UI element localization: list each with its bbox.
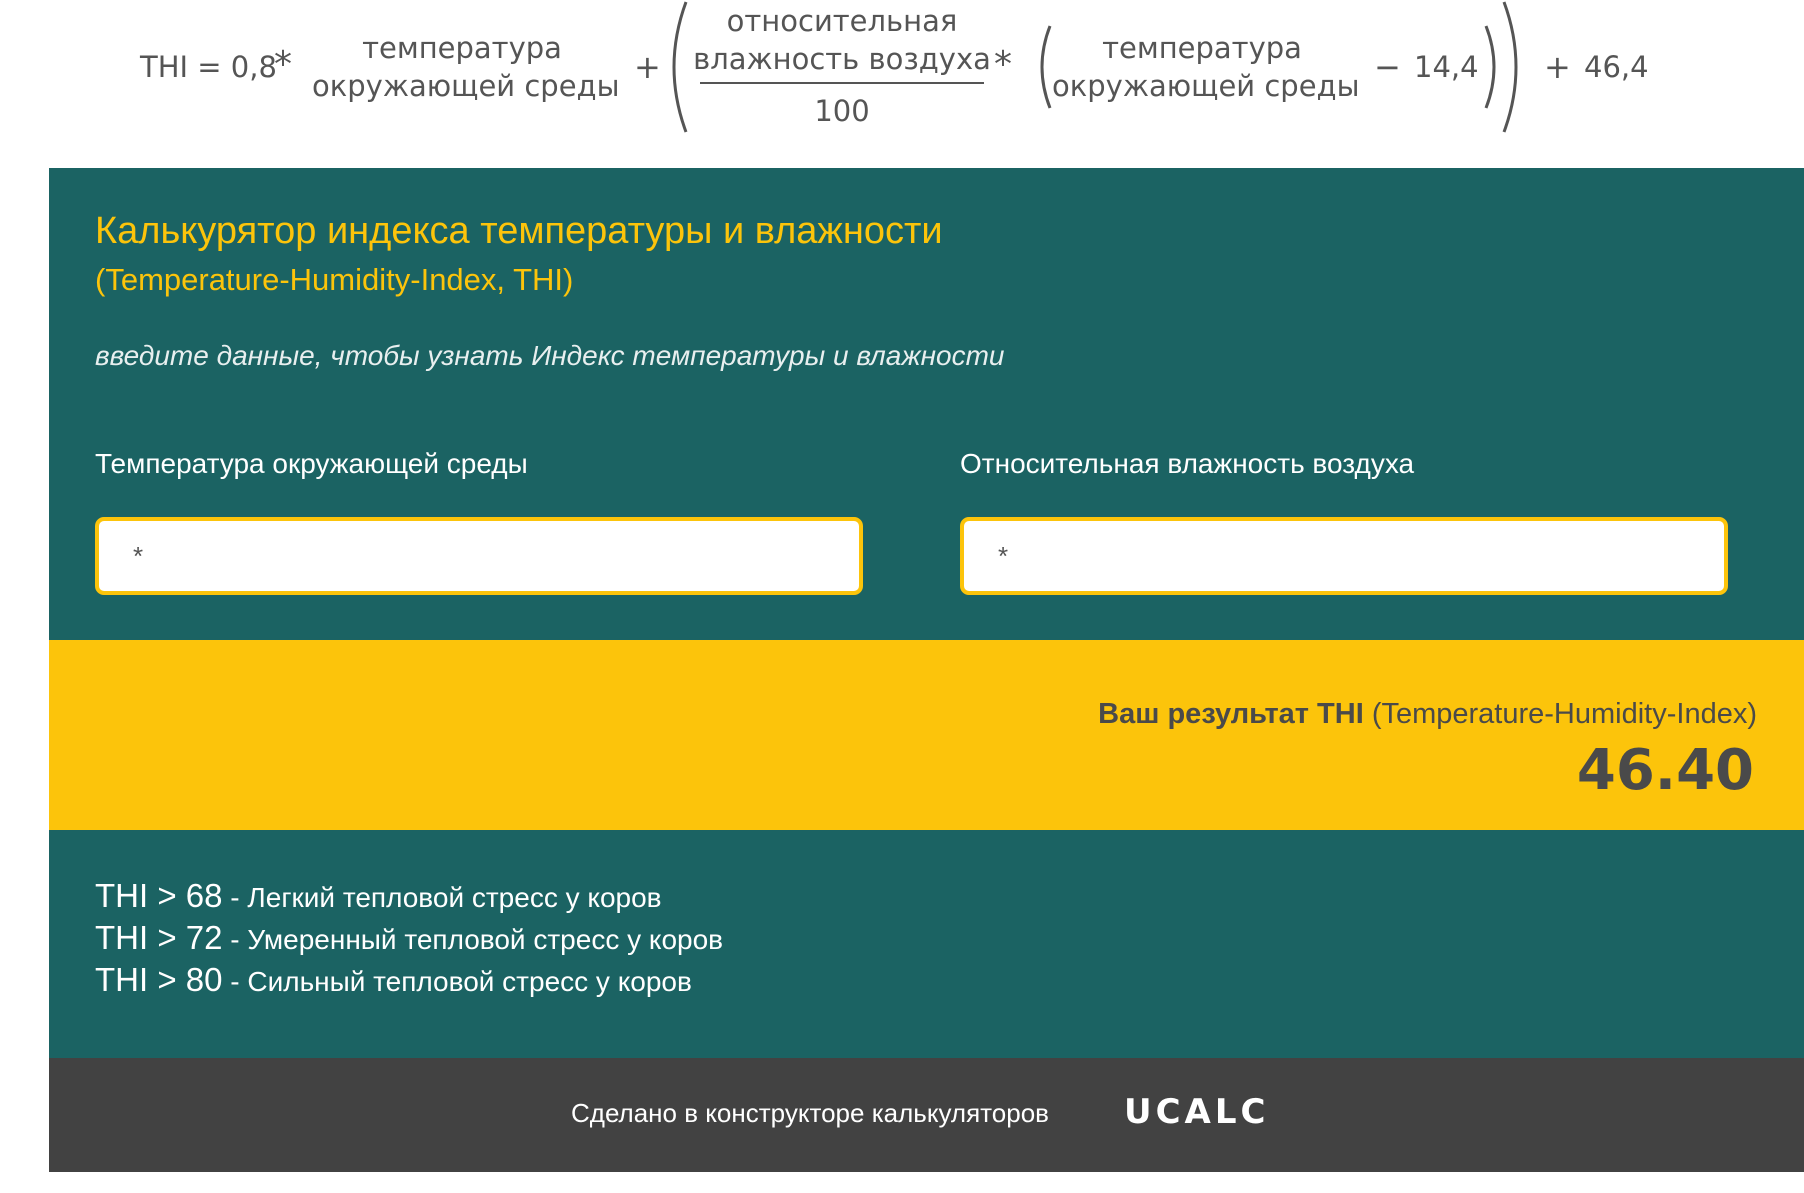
threshold-row: THI > 72 - Умеренный тепловой стресс у к… — [95, 916, 723, 962]
calculator-instruction: введите данные, чтобы узнать Индекс темп… — [95, 340, 1005, 371]
calculator-subtitle: (Temperature-Humidity-Index, THI) — [95, 262, 574, 297]
right-big-paren-icon — [1502, 1, 1518, 133]
formula-minus-sign: − — [1374, 48, 1401, 86]
result-label: Ваш результат THI (Temperature-Humidity-… — [1098, 696, 1757, 732]
formula-temp2-line2: окружающей среды — [1052, 69, 1360, 103]
result-section: Ваш результат THI (Temperature-Humidity-… — [49, 640, 1804, 830]
formula-const-add: 46,4 — [1584, 50, 1649, 84]
thi-calculator: Калькурятор индекса температуры и влажно… — [49, 168, 1804, 1172]
formula-temp-line1: температура — [362, 31, 562, 65]
result-value: 46.40 — [1576, 738, 1754, 803]
thi-formula: THI = 0,8 * температура окружающей среды… — [0, 0, 1804, 168]
calculator-title: Калькурятор индекса температуры и влажно… — [95, 210, 943, 252]
result-label-rest: (Temperature-Humidity-Index) — [1363, 698, 1757, 730]
footer-text[interactable]: Сделано в конструкторе калькуляторов — [571, 1096, 1049, 1130]
formula-const-sub: 14,4 — [1414, 50, 1479, 84]
result-label-bold: Ваш результат THI — [1098, 698, 1364, 730]
thresholds-section: THI > 68 - Легкий тепловой стресс у коро… — [49, 830, 1804, 1058]
fraction-bar — [700, 82, 984, 84]
footer: Сделано в конструкторе калькуляторов UCA… — [49, 1058, 1804, 1172]
threshold-value: THI > 68 — [95, 877, 223, 914]
formula-hum-line2: влажность воздуха — [693, 42, 991, 76]
calculator-input-section: Калькурятор индекса температуры и влажно… — [49, 168, 1804, 640]
humidity-label: Относительная влажность воздуха — [960, 448, 1415, 479]
formula-multiply-sign: * — [274, 44, 292, 85]
ucalc-logo[interactable]: UCALC — [1124, 1091, 1270, 1133]
left-small-paren-icon — [1040, 25, 1052, 109]
temperature-label: Температура окружающей среды — [95, 448, 528, 479]
formula-lead: THI = 0,8 — [140, 50, 277, 84]
formula-divisor: 100 — [814, 94, 870, 128]
formula-hum-line1: относительная — [726, 4, 958, 38]
humidity-input[interactable] — [960, 517, 1728, 595]
threshold-description: - Умеренный тепловой стресс у коров — [222, 924, 724, 955]
threshold-description: - Сильный тепловой стресс у коров — [222, 966, 692, 997]
threshold-row: THI > 80 - Сильный тепловой стресс у кор… — [95, 958, 692, 1004]
formula-temp-line2: окружающей среды — [312, 69, 620, 103]
formula-plus-sign-2: + — [1544, 48, 1571, 86]
formula-plus-sign: + — [634, 48, 661, 86]
threshold-value: THI > 72 — [95, 919, 223, 956]
formula-temp2-line1: температура — [1102, 31, 1302, 65]
threshold-description: - Легкий тепловой стресс у коров — [222, 882, 662, 913]
threshold-value: THI > 80 — [95, 961, 223, 998]
left-big-paren-icon — [672, 1, 688, 133]
temperature-input[interactable] — [95, 517, 863, 595]
formula-multiply-sign-2: * — [994, 44, 1012, 85]
threshold-row: THI > 68 - Легкий тепловой стресс у коро… — [95, 874, 662, 920]
